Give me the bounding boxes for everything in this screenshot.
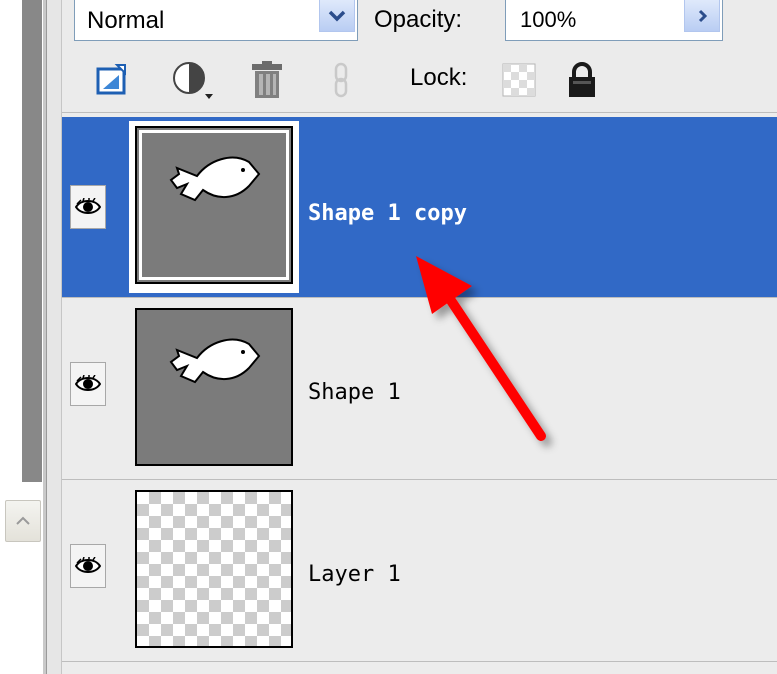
new-layer-icon	[96, 64, 126, 95]
opacity-label: Opacity:	[374, 6, 463, 33]
fish-shape-icon	[169, 338, 261, 384]
eye-icon	[75, 198, 101, 214]
adjustment-layer-button[interactable]	[166, 58, 218, 102]
chevron-down-icon	[328, 10, 346, 21]
layer-name: Shape 1 copy	[308, 201, 467, 226]
blend-mode-dropdown-button[interactable]	[319, 0, 355, 32]
delete-layer-button[interactable]	[244, 58, 290, 102]
chevron-up-icon	[16, 516, 30, 525]
eye-icon	[75, 375, 101, 391]
left-canvas-area	[0, 0, 42, 482]
layer-thumbnail[interactable]	[135, 490, 293, 648]
chevron-right-icon	[698, 9, 707, 22]
new-layer-button[interactable]	[90, 58, 134, 102]
layer-name: Shape 1	[308, 380, 401, 405]
layers-toolbar: Normal Opacity: 100% Lock:	[62, 0, 777, 112]
opacity-input[interactable]: 100%	[505, 0, 723, 41]
trash-icon	[252, 61, 282, 98]
scroll-up-button[interactable]	[5, 500, 41, 542]
layer-thumbnail[interactable]	[135, 126, 293, 284]
lock-transparency-button[interactable]	[500, 58, 538, 102]
adjustment-layer-icon	[173, 62, 213, 99]
lock-icon	[569, 62, 595, 97]
visibility-toggle[interactable]	[70, 544, 106, 588]
layer-row-shape-1-copy[interactable]: Shape 1 copy	[62, 117, 777, 297]
layer-divider	[62, 661, 777, 662]
blend-mode-select[interactable]: Normal	[74, 0, 358, 41]
lock-transparency-icon	[502, 63, 536, 97]
visibility-toggle[interactable]	[70, 185, 106, 229]
blend-mode-value: Normal	[87, 7, 165, 34]
opacity-slider-button[interactable]	[684, 0, 720, 32]
fish-shape-icon	[169, 156, 261, 202]
link-icon	[334, 62, 348, 98]
link-layers-button[interactable]	[328, 58, 354, 102]
layer-row-layer-1[interactable]: Layer 1	[62, 480, 777, 660]
layer-thumbnail[interactable]	[135, 308, 293, 466]
layer-name: Layer 1	[308, 562, 401, 587]
panel-gutter	[47, 0, 62, 674]
layers-panel: Normal Opacity: 100% Lock: Shape 1 copy …	[62, 0, 777, 674]
layer-row-shape-1[interactable]: Shape 1	[62, 298, 777, 478]
lock-label: Lock:	[410, 64, 468, 91]
toolbar-divider	[62, 112, 777, 113]
lock-all-button[interactable]	[562, 58, 602, 102]
opacity-value: 100%	[520, 7, 577, 32]
visibility-toggle[interactable]	[70, 362, 106, 406]
eye-icon	[75, 557, 101, 573]
